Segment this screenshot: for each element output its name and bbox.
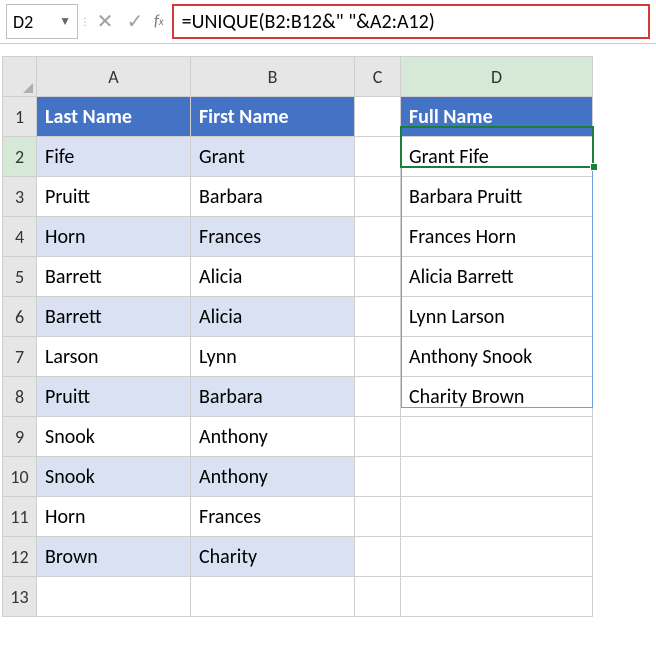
- cell-D10[interactable]: [401, 457, 593, 497]
- cell-B3[interactable]: Barbara: [191, 177, 355, 217]
- cell-C9[interactable]: [355, 417, 401, 457]
- row-header-12[interactable]: 12: [3, 537, 37, 577]
- col-header-A[interactable]: A: [37, 57, 191, 97]
- cell-A3[interactable]: Pruitt: [37, 177, 191, 217]
- cell-B8[interactable]: Barbara: [191, 377, 355, 417]
- cell-D9[interactable]: [401, 417, 593, 457]
- cancel-button[interactable]: ✕: [92, 4, 118, 39]
- cell-A10[interactable]: Snook: [37, 457, 191, 497]
- cell-B10[interactable]: Anthony: [191, 457, 355, 497]
- grid[interactable]: A B C D 1 Last Name First Name Full Name…: [2, 56, 593, 617]
- name-box[interactable]: D2 ▼: [6, 4, 78, 39]
- cell-C5[interactable]: [355, 257, 401, 297]
- cell-A13[interactable]: [37, 577, 191, 617]
- cell-B13[interactable]: [191, 577, 355, 617]
- cell-D7[interactable]: Anthony Snook: [401, 337, 593, 377]
- cell-C8[interactable]: [355, 377, 401, 417]
- col-header-B[interactable]: B: [191, 57, 355, 97]
- cell-C2[interactable]: [355, 137, 401, 177]
- x-icon: ✕: [97, 9, 114, 34]
- cell-D12[interactable]: [401, 537, 593, 577]
- col-header-D[interactable]: D: [401, 57, 593, 97]
- cell-D6[interactable]: Lynn Larson: [401, 297, 593, 337]
- col-header-C[interactable]: C: [355, 57, 401, 97]
- row-header-13[interactable]: 13: [3, 577, 37, 617]
- cell-B7[interactable]: Lynn: [191, 337, 355, 377]
- cell-B11[interactable]: Frances: [191, 497, 355, 537]
- row-header-1[interactable]: 1: [3, 97, 37, 137]
- cell-D5[interactable]: Alicia Barrett: [401, 257, 593, 297]
- cell-A6[interactable]: Barrett: [37, 297, 191, 337]
- cell-C1[interactable]: [355, 97, 401, 137]
- cell-A4[interactable]: Horn: [37, 217, 191, 257]
- cell-D8[interactable]: Charity Brown: [401, 377, 593, 417]
- cell-A11[interactable]: Horn: [37, 497, 191, 537]
- cell-C3[interactable]: [355, 177, 401, 217]
- check-icon: ✓: [127, 9, 144, 34]
- row-header-10[interactable]: 10: [3, 457, 37, 497]
- cell-B6[interactable]: Alicia: [191, 297, 355, 337]
- row-header-3[interactable]: 3: [3, 177, 37, 217]
- fill-handle[interactable]: [590, 163, 598, 171]
- row-header-9[interactable]: 9: [3, 417, 37, 457]
- row-header-4[interactable]: 4: [3, 217, 37, 257]
- cell-D3[interactable]: Barbara Pruitt: [401, 177, 593, 217]
- cell-C7[interactable]: [355, 337, 401, 377]
- cell-B12[interactable]: Charity: [191, 537, 355, 577]
- cell-B9[interactable]: Anthony: [191, 417, 355, 457]
- row-header-2[interactable]: 2: [3, 137, 37, 177]
- row-header-7[interactable]: 7: [3, 337, 37, 377]
- cell-D11[interactable]: [401, 497, 593, 537]
- cell-A7[interactable]: Larson: [37, 337, 191, 377]
- worksheet: A B C D 1 Last Name First Name Full Name…: [2, 56, 656, 617]
- cell-A5[interactable]: Barrett: [37, 257, 191, 297]
- cell-C4[interactable]: [355, 217, 401, 257]
- formula-input[interactable]: =UNIQUE(B2:B12&" "&A2:A12): [172, 4, 650, 39]
- formula-bar: D2 ▼ ⋮ ✕ ✓ fx =UNIQUE(B2:B12&" "&A2:A12): [0, 0, 656, 44]
- cell-B4[interactable]: Frances: [191, 217, 355, 257]
- confirm-button[interactable]: ✓: [122, 4, 148, 39]
- cell-C10[interactable]: [355, 457, 401, 497]
- cell-A1[interactable]: Last Name: [37, 97, 191, 137]
- grip-icon: ⋮: [82, 4, 88, 39]
- row-header-8[interactable]: 8: [3, 377, 37, 417]
- cell-D4[interactable]: Frances Horn: [401, 217, 593, 257]
- formula-text: =UNIQUE(B2:B12&" "&A2:A12): [182, 10, 435, 34]
- cell-D13[interactable]: [401, 577, 593, 617]
- cell-C12[interactable]: [355, 537, 401, 577]
- cell-A8[interactable]: Pruitt: [37, 377, 191, 417]
- name-box-value: D2: [13, 11, 33, 33]
- cell-D1[interactable]: Full Name: [401, 97, 593, 137]
- cell-C11[interactable]: [355, 497, 401, 537]
- cell-C6[interactable]: [355, 297, 401, 337]
- row-header-6[interactable]: 6: [3, 297, 37, 337]
- cell-B2[interactable]: Grant: [191, 137, 355, 177]
- row-header-11[interactable]: 11: [3, 497, 37, 537]
- cell-B1[interactable]: First Name: [191, 97, 355, 137]
- row-header-5[interactable]: 5: [3, 257, 37, 297]
- cell-B5[interactable]: Alicia: [191, 257, 355, 297]
- cell-A9[interactable]: Snook: [37, 417, 191, 457]
- fx-icon[interactable]: fx: [152, 4, 168, 39]
- cell-C13[interactable]: [355, 577, 401, 617]
- cell-A2[interactable]: Fife: [37, 137, 191, 177]
- cell-D2[interactable]: Grant Fife: [401, 137, 593, 177]
- select-all-corner[interactable]: [3, 57, 37, 97]
- cell-A12[interactable]: Brown: [37, 537, 191, 577]
- chevron-down-icon[interactable]: ▼: [59, 14, 71, 29]
